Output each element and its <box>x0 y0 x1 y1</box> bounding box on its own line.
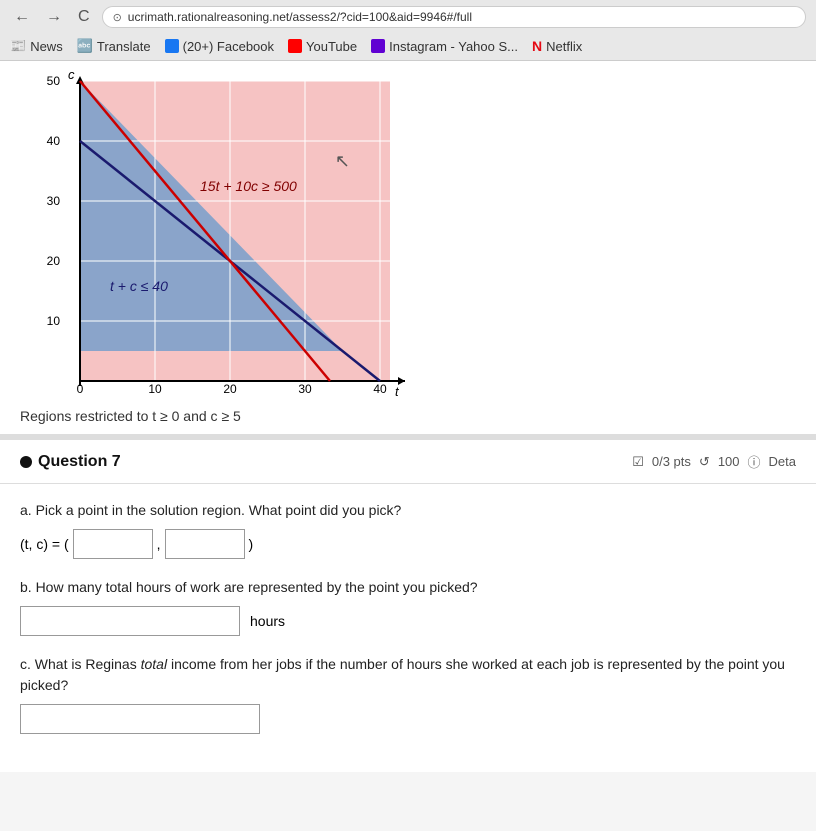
bookmark-label: Netflix <box>546 39 582 54</box>
bookmark-label: (20+) Facebook <box>183 39 274 54</box>
svg-text:c: c <box>68 71 75 82</box>
sub-b-label: b. How many total hours of work are repr… <box>20 577 796 598</box>
bookmark-translate[interactable]: 🔤 Translate <box>77 38 151 54</box>
svg-text:40: 40 <box>47 134 61 148</box>
sub-a-suffix: ) <box>249 536 254 552</box>
svg-text:40: 40 <box>373 382 387 396</box>
sub-question-b: b. How many total hours of work are repr… <box>20 577 796 636</box>
cursor-arrow: ↖ <box>335 151 350 172</box>
pts-label: 0/3 pts <box>652 454 691 469</box>
sub-b-input-row: hours <box>20 606 796 636</box>
sub-c-income-input[interactable] <box>20 704 260 734</box>
bookmark-label: YouTube <box>306 39 357 54</box>
bookmark-label: News <box>30 39 63 54</box>
graph-caption: Regions restricted to t ≥ 0 and c ≥ 5 <box>20 408 796 424</box>
yahoo-icon <box>371 39 385 53</box>
bookmark-news[interactable]: 📰 News <box>10 38 63 54</box>
nav-bar: ← → C ⊙ ucrimath.rationalreasoning.net/a… <box>10 6 806 28</box>
bookmark-label: Instagram - Yahoo S... <box>389 39 518 54</box>
translate-icon: 🔤 <box>77 38 93 54</box>
forward-button[interactable]: → <box>42 6 66 28</box>
svg-text:20: 20 <box>47 254 61 268</box>
sub-a-prefix: (t, c) = ( <box>20 536 69 552</box>
svg-text:t + c ≤ 40: t + c ≤ 40 <box>110 278 168 294</box>
bookmark-netflix[interactable]: N Netflix <box>532 38 582 54</box>
youtube-icon <box>288 39 302 53</box>
svg-text:10: 10 <box>148 382 162 396</box>
bookmark-youtube[interactable]: YouTube <box>288 39 357 54</box>
question-dot <box>20 456 32 468</box>
sub-c-italic: total <box>141 656 167 672</box>
bookmark-label: Translate <box>97 39 151 54</box>
bookmark-facebook[interactable]: (20+) Facebook <box>165 39 274 54</box>
details-label: Deta <box>769 454 796 469</box>
question-header: Question 7 ☑ 0/3 pts ↺ 100 ⓘ Deta <box>20 452 796 471</box>
timer-value: 100 <box>718 454 740 469</box>
sub-c-label: c. What is Reginas total income from her… <box>20 654 796 696</box>
sub-a-label: a. Pick a point in the solution region. … <box>20 500 796 521</box>
facebook-icon <box>165 39 179 53</box>
news-icon: 📰 <box>10 38 26 54</box>
svg-text:20: 20 <box>223 382 237 396</box>
svg-text:0: 0 <box>77 382 84 396</box>
question-title: Question 7 <box>20 453 121 471</box>
sub-a-c-input[interactable] <box>165 529 245 559</box>
svg-text:50: 50 <box>47 74 61 88</box>
checkbox-icon: ☑ <box>632 454 644 470</box>
page-content: t c 50 40 30 20 10 0 10 20 30 40 <box>0 61 816 772</box>
sub-b-hours-label: hours <box>250 613 285 629</box>
svg-text:15t + 10c ≥ 500: 15t + 10c ≥ 500 <box>200 178 297 194</box>
graph-container: t c 50 40 30 20 10 0 10 20 30 40 <box>0 61 816 440</box>
graph-caption-text: Regions restricted to t ≥ 0 and c ≥ 5 <box>20 408 241 424</box>
browser-chrome: ← → C ⊙ ucrimath.rationalreasoning.net/a… <box>0 0 816 61</box>
refresh-button[interactable]: C <box>74 6 94 28</box>
back-button[interactable]: ← <box>10 6 34 28</box>
graph-svg: t c 50 40 30 20 10 0 10 20 30 40 <box>20 71 410 401</box>
sub-a-input-row: (t, c) = ( , ) <box>20 529 796 559</box>
question-number: Question 7 <box>38 453 121 471</box>
graph-wrapper: t c 50 40 30 20 10 0 10 20 30 40 <box>20 71 410 401</box>
sub-question-a: a. Pick a point in the solution region. … <box>20 500 796 559</box>
info-icon: ⓘ <box>748 452 761 471</box>
svg-text:10: 10 <box>47 314 61 328</box>
sub-b-hours-input[interactable] <box>20 606 240 636</box>
sub-c-input-row <box>20 704 796 734</box>
clock-icon: ↺ <box>699 454 710 470</box>
svg-text:30: 30 <box>47 194 61 208</box>
svg-text:t: t <box>395 384 400 399</box>
sub-question-c: c. What is Reginas total income from her… <box>20 654 796 734</box>
sub-a-t-input[interactable] <box>73 529 153 559</box>
address-icon: ⊙ <box>113 11 122 24</box>
sub-a-comma: , <box>157 536 161 552</box>
bookmarks-bar: 📰 News 🔤 Translate (20+) Facebook YouTub… <box>10 34 806 60</box>
address-bar[interactable]: ⊙ ucrimath.rationalreasoning.net/assess2… <box>102 6 806 28</box>
question-section: Question 7 ☑ 0/3 pts ↺ 100 ⓘ Deta <box>0 440 816 484</box>
bookmark-yahoo[interactable]: Instagram - Yahoo S... <box>371 39 518 54</box>
netflix-icon: N <box>532 38 542 54</box>
svg-text:30: 30 <box>298 382 312 396</box>
question-meta: ☑ 0/3 pts ↺ 100 ⓘ Deta <box>632 452 796 471</box>
url-text: ucrimath.rationalreasoning.net/assess2/?… <box>128 10 472 24</box>
question-body: a. Pick a point in the solution region. … <box>0 484 816 772</box>
